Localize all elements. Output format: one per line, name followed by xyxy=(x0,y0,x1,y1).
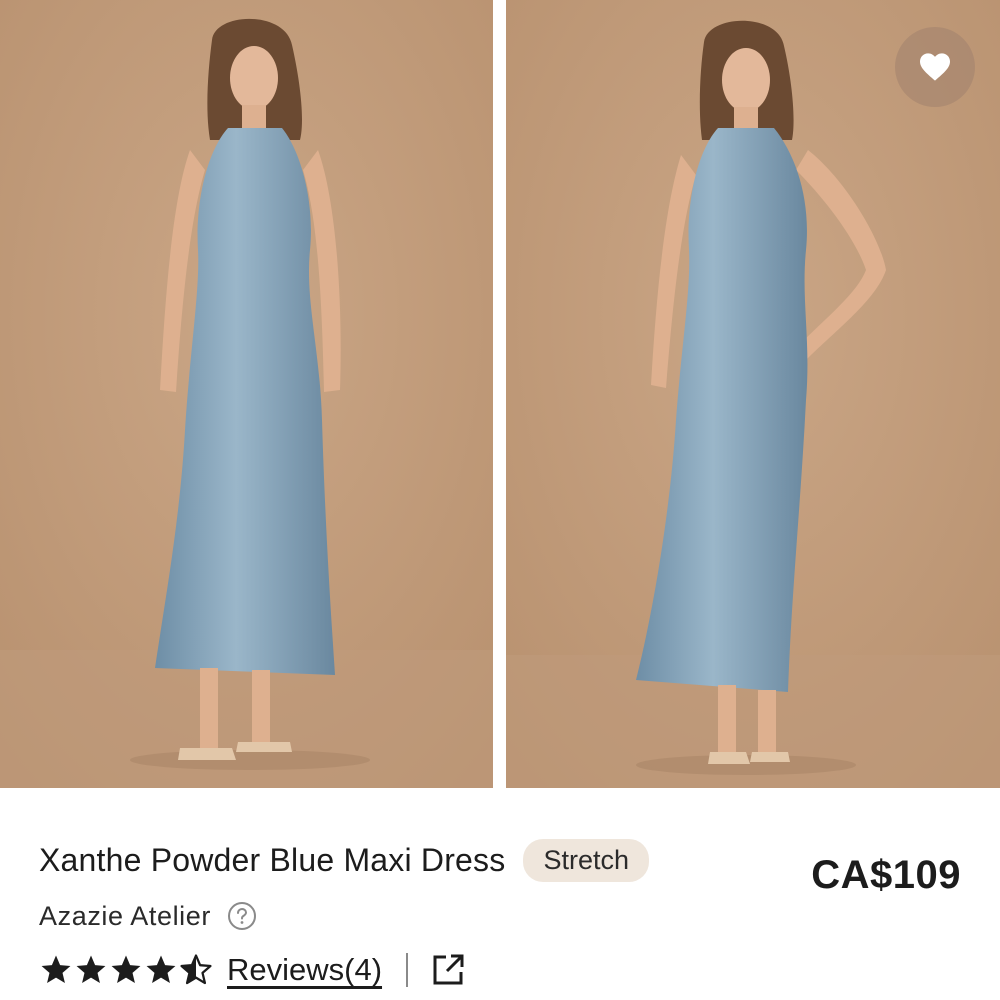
favorite-button[interactable] xyxy=(895,27,975,107)
product-photo-pose[interactable] xyxy=(506,0,1000,788)
heart-icon xyxy=(920,53,950,81)
external-link-icon[interactable] xyxy=(430,952,466,988)
product-title: Xanthe Powder Blue Maxi Dress xyxy=(39,841,506,878)
star-icon xyxy=(41,955,71,984)
product-photo-front[interactable] xyxy=(0,0,493,788)
product-gallery xyxy=(0,0,1000,788)
star-icon xyxy=(111,955,141,984)
question-circle-icon[interactable] xyxy=(227,901,257,931)
divider xyxy=(406,953,409,987)
star-icon xyxy=(146,955,176,984)
star-half-icon xyxy=(180,954,212,985)
star-icon xyxy=(76,955,106,984)
brand-name: Azazie Atelier xyxy=(39,900,211,931)
reviews-link[interactable]: Reviews(4) xyxy=(227,952,382,988)
product-info: Xanthe Powder Blue Maxi Dress Stretch CA… xyxy=(39,830,969,998)
rating-stars xyxy=(39,953,213,987)
product-price: CA$109 xyxy=(811,853,961,897)
product-page: Xanthe Powder Blue Maxi Dress Stretch CA… xyxy=(0,0,1000,1000)
rating-row: Reviews(4) xyxy=(39,942,969,998)
stretch-badge: Stretch xyxy=(523,838,650,882)
